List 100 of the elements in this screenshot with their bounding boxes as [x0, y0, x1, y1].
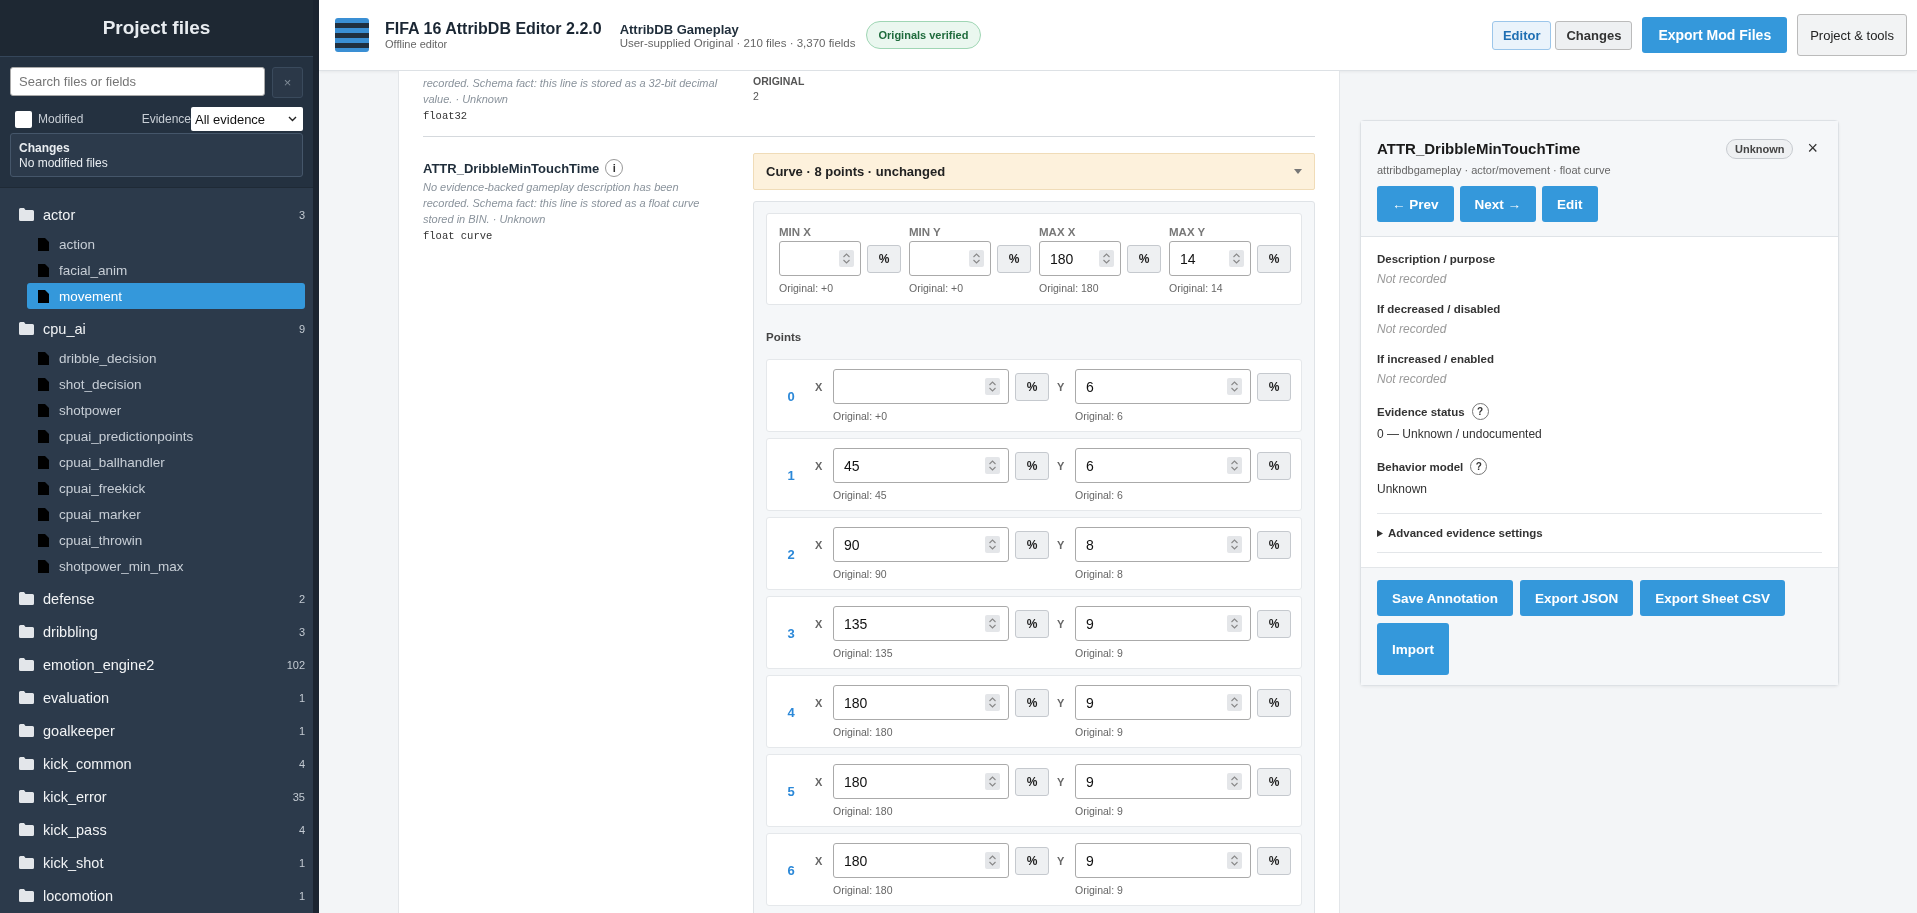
percent-button[interactable]: %: [1257, 530, 1291, 559]
axis-label: Y: [1057, 696, 1066, 709]
number-field[interactable]: 180: [833, 685, 1009, 720]
axis-label: X: [815, 854, 824, 867]
percent-button[interactable]: %: [1127, 244, 1161, 273]
axis-label: X: [815, 459, 824, 472]
number-field[interactable]: [909, 241, 992, 276]
file-item[interactable]: cpuai_throwin: [27, 527, 305, 553]
number-field[interactable]: [833, 369, 1009, 404]
percent-button[interactable]: %: [1257, 451, 1291, 480]
evidence-select[interactable]: All evidence: [191, 107, 303, 131]
view-tab[interactable]: Editor: [1491, 20, 1552, 50]
folder-icon: [19, 625, 34, 638]
number-field[interactable]: 135: [833, 606, 1009, 641]
spinner-icon: [985, 536, 1000, 553]
folder-item[interactable]: goalkeeper 1: [0, 714, 305, 747]
number-field[interactable]: 9: [1075, 685, 1251, 720]
tools-button[interactable]: Project & tools: [1797, 14, 1907, 56]
percent-button[interactable]: %: [1015, 530, 1049, 559]
number-field[interactable]: 45: [833, 448, 1009, 483]
file-item[interactable]: cpuai_predictionpoints: [27, 423, 305, 449]
file-item[interactable]: cpuai_marker: [27, 501, 305, 527]
clear-button[interactable]: ×: [272, 67, 303, 98]
percent-button[interactable]: %: [1257, 609, 1291, 638]
number-field[interactable]: 6: [1075, 369, 1251, 404]
number-field[interactable]: 90: [833, 527, 1009, 562]
folder-item[interactable]: emotion_engine2 102: [0, 648, 305, 681]
spinner-icon: [1227, 852, 1242, 869]
file-item[interactable]: cpuai_ballhandler: [27, 449, 305, 475]
file-item[interactable]: action: [27, 231, 305, 257]
folder-item[interactable]: locomotion 1: [0, 879, 305, 912]
folder-icon: [19, 322, 34, 335]
number-field[interactable]: [779, 241, 862, 276]
file-item[interactable]: dribble_decision: [27, 345, 305, 371]
percent-button[interactable]: %: [1015, 372, 1049, 401]
original-value: Original: 14: [1169, 282, 1224, 294]
folder-item[interactable]: kick_common 4: [0, 747, 305, 780]
number-field[interactable]: 6: [1075, 448, 1251, 483]
close-button[interactable]: ×: [1803, 138, 1822, 159]
folder-item[interactable]: cpu_ai 9: [0, 312, 305, 345]
percent-button[interactable]: %: [1015, 609, 1049, 638]
folder-item[interactable]: kick_shot 1: [0, 846, 305, 879]
file-item[interactable]: shotpower_min_max: [27, 553, 305, 579]
number-field[interactable]: 14: [1169, 241, 1252, 276]
section-label: If decreased / disabled: [1377, 303, 1501, 315]
percent-button[interactable]: %: [1257, 767, 1291, 796]
folder-item[interactable]: actor 3: [0, 198, 305, 231]
folder-item[interactable]: defense 2: [0, 582, 305, 615]
number-field[interactable]: 180: [833, 764, 1009, 799]
original-value: Original: 180: [1039, 282, 1100, 294]
number-field[interactable]: 180: [1039, 241, 1122, 276]
folder-item[interactable]: evaluation 1: [0, 681, 305, 714]
percent-button[interactable]: %: [1257, 846, 1291, 875]
percent-button[interactable]: %: [1015, 767, 1049, 796]
point-index: 2: [786, 547, 796, 562]
curve-summary-bar[interactable]: Curve · 8 points · unchanged: [753, 153, 1315, 190]
point-index: 1: [786, 468, 796, 483]
folder-item[interactable]: kick_pass 4: [0, 813, 305, 846]
changes-title: Changes: [19, 141, 71, 156]
percent-button[interactable]: %: [867, 244, 901, 273]
spinner-icon: [1227, 378, 1242, 395]
field-type: float32: [423, 110, 469, 122]
percent-button[interactable]: %: [1257, 688, 1291, 717]
file-item[interactable]: shotpower: [27, 397, 305, 423]
original-value: Original: 6: [1075, 410, 1124, 422]
placeholder-text: Not recorded: [1377, 272, 1448, 286]
number-field[interactable]: 9: [1075, 843, 1251, 878]
placeholder-text: Not recorded: [1377, 322, 1448, 336]
verified-badge: Originals verified: [865, 21, 982, 49]
points-heading: Points: [766, 331, 803, 343]
axis-label: X: [815, 617, 824, 630]
modified-checkbox[interactable]: [15, 110, 32, 128]
spinner-icon: [985, 852, 1000, 869]
percent-button[interactable]: %: [1257, 244, 1291, 273]
caret-icon: [1294, 169, 1302, 174]
folder-item[interactable]: kick_error 35: [0, 780, 305, 813]
number-field[interactable]: 180: [833, 843, 1009, 878]
folder-icon: [19, 208, 34, 221]
percent-button[interactable]: %: [1015, 451, 1049, 480]
folder-item[interactable]: dribbling 3: [0, 615, 305, 648]
percent-button[interactable]: %: [1015, 688, 1049, 717]
field-description: recorded. Schema fact: this line is stored as a 32-bit decimal value. · Unknown: [423, 76, 719, 107]
spinner-icon: [839, 250, 855, 267]
file-item[interactable]: shot_decision: [27, 371, 305, 397]
axis-label: X: [815, 538, 824, 551]
number-field[interactable]: 9: [1075, 606, 1251, 641]
number-field[interactable]: 9: [1075, 764, 1251, 799]
document-icon: [38, 403, 49, 417]
percent-button[interactable]: %: [1015, 846, 1049, 875]
view-tab[interactable]: Changes: [1555, 20, 1633, 50]
percent-button[interactable]: %: [997, 244, 1031, 273]
search-field[interactable]: Search files or fields: [10, 67, 265, 96]
file-item[interactable]: cpuai_freekick: [27, 475, 305, 501]
advanced-toggle[interactable]: Advanced evidence settings: [1377, 513, 1822, 553]
file-item[interactable]: facial_anim: [27, 257, 305, 283]
percent-button[interactable]: %: [1257, 372, 1291, 401]
number-field[interactable]: 8: [1075, 527, 1251, 562]
app-title: FIFA 16 AttribDB Editor 2.2.0: [385, 20, 602, 38]
point-index: 3: [786, 626, 796, 641]
chevron-down-icon: [288, 116, 297, 122]
